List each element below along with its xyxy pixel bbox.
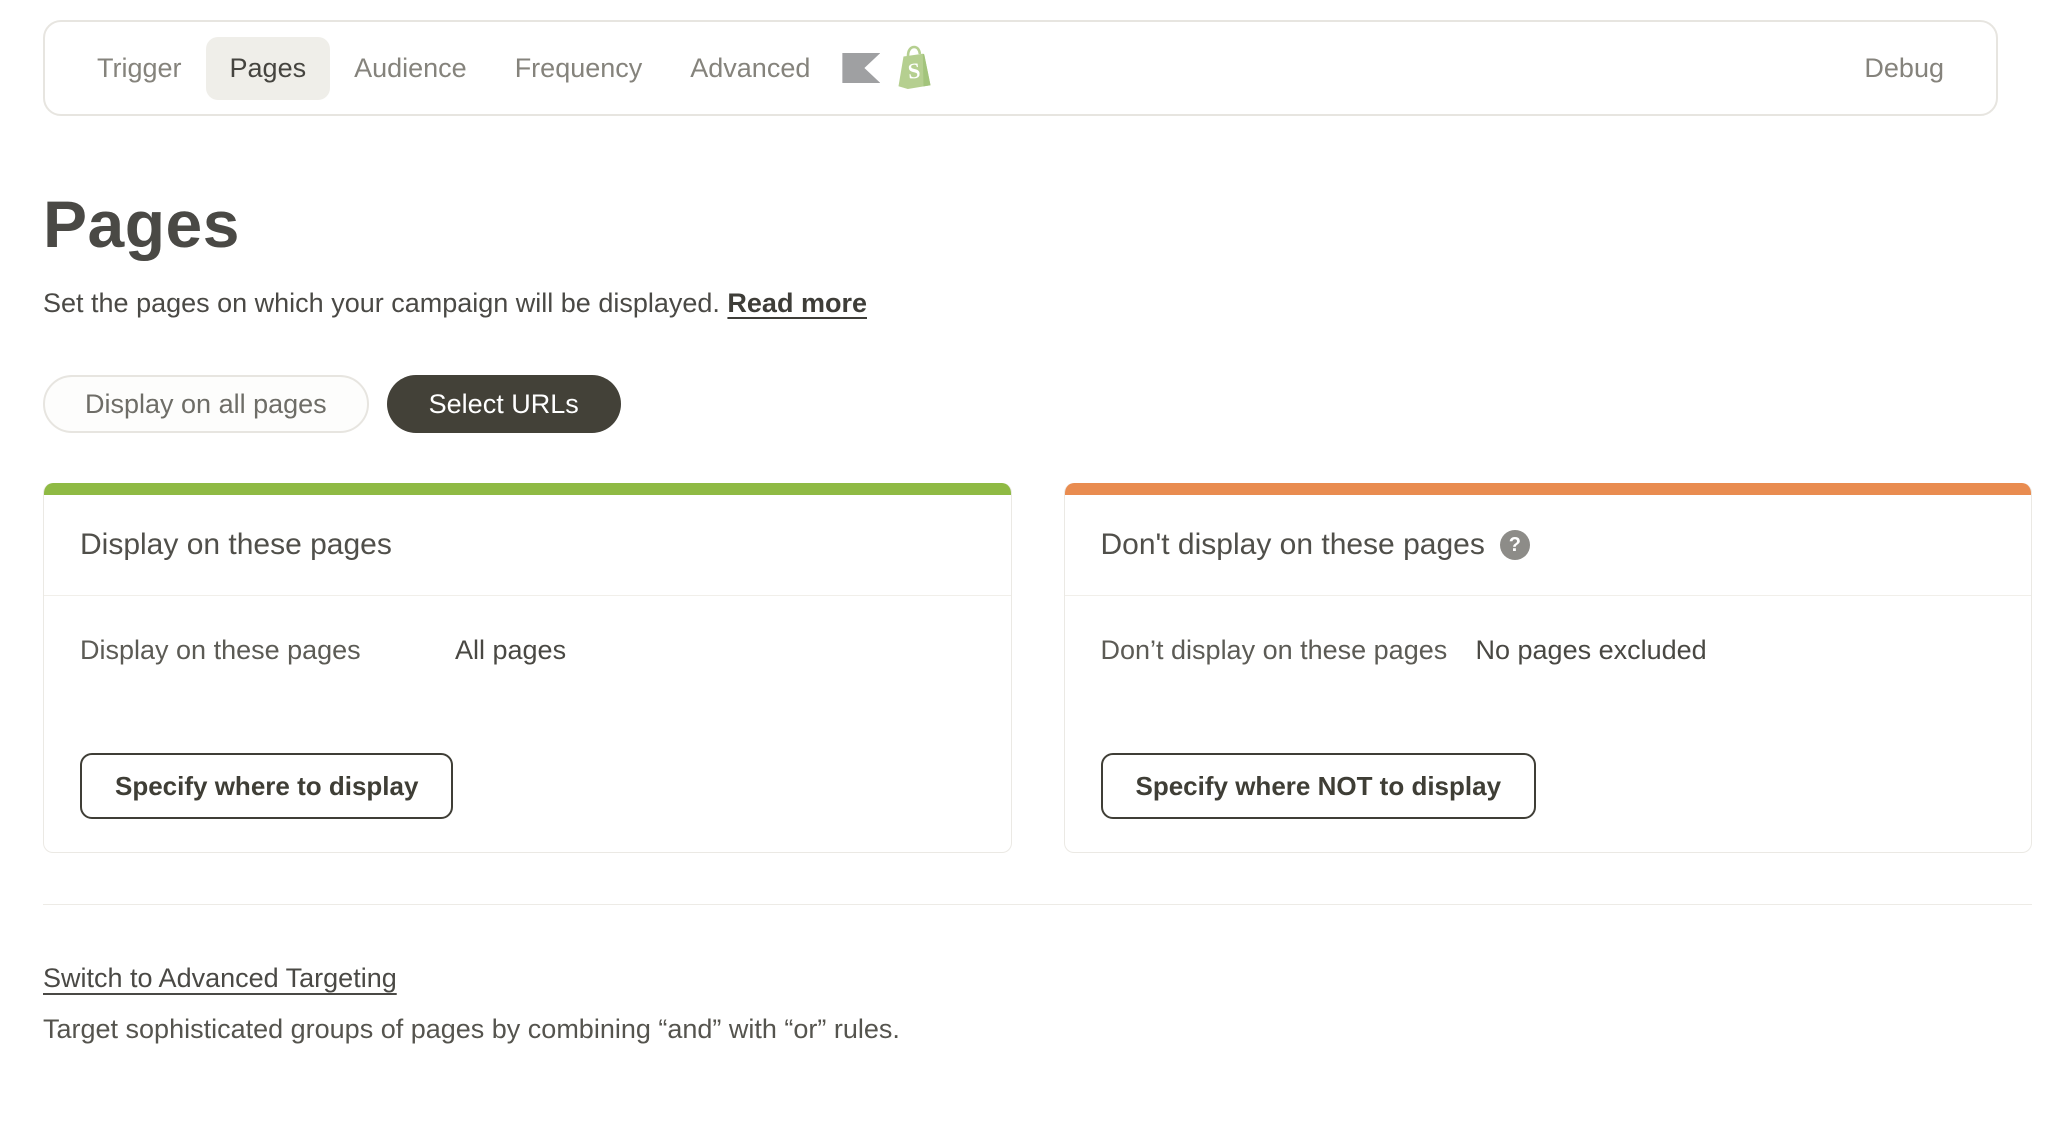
tab-trigger[interactable]: Trigger xyxy=(73,37,206,100)
include-card-body: Display on these pages All pages Specify… xyxy=(44,596,1011,852)
include-card-accent-bar xyxy=(44,483,1011,495)
exclude-card-body: Don’t display on these pages No pages ex… xyxy=(1065,596,2032,852)
tab-advanced[interactable]: Advanced xyxy=(666,37,834,100)
exclude-card-header: Don't display on these pages ? xyxy=(1065,495,2032,596)
tab-audience[interactable]: Audience xyxy=(330,37,491,100)
page-mode-toggle: Display on all pages Select URLs xyxy=(43,375,2032,433)
exclude-setting-label: Don’t display on these pages xyxy=(1101,632,1476,668)
exclude-setting-value: No pages excluded xyxy=(1476,632,1707,668)
exclude-card-title: Don't display on these pages xyxy=(1101,528,1485,562)
tab-frequency[interactable]: Frequency xyxy=(491,37,667,100)
svg-text:S: S xyxy=(907,58,922,84)
include-setting-value: All pages xyxy=(455,632,566,668)
advanced-targeting-description: Target sophisticated groups of pages by … xyxy=(43,1014,2032,1045)
include-setting-row: Display on these pages All pages xyxy=(80,632,975,668)
select-urls-pill[interactable]: Select URLs xyxy=(387,375,621,433)
include-card-title: Display on these pages xyxy=(80,528,392,562)
targeting-cards: Display on these pages Display on these … xyxy=(43,483,2032,853)
exclude-card: Don't display on these pages ? Don’t dis… xyxy=(1064,483,2033,853)
tab-debug[interactable]: Debug xyxy=(1840,37,1968,100)
tab-pages[interactable]: Pages xyxy=(206,37,331,100)
page-description: Set the pages on which your campaign wil… xyxy=(43,288,2032,319)
footer-divider xyxy=(43,904,2032,905)
page-title: Pages xyxy=(43,186,2032,262)
read-more-link[interactable]: Read more xyxy=(727,288,867,318)
help-icon[interactable]: ? xyxy=(1500,530,1530,560)
flag-icon xyxy=(842,53,880,83)
specify-where-to-display-button[interactable]: Specify where to display xyxy=(80,753,453,819)
top-nav: Trigger Pages Audience Frequency Advance… xyxy=(43,20,1998,116)
exclude-card-accent-bar xyxy=(1065,483,2032,495)
include-card: Display on these pages Display on these … xyxy=(43,483,1012,853)
specify-where-not-to-display-button[interactable]: Specify where NOT to display xyxy=(1101,753,1537,819)
switch-advanced-targeting-link[interactable]: Switch to Advanced Targeting xyxy=(43,963,397,994)
include-card-header: Display on these pages xyxy=(44,495,1011,596)
page-description-text: Set the pages on which your campaign wil… xyxy=(43,288,720,318)
nav-icon-group: S xyxy=(842,45,934,91)
shopify-icon: S xyxy=(896,45,934,91)
exclude-setting-row: Don’t display on these pages No pages ex… xyxy=(1101,632,1996,668)
main-content: Pages Set the pages on which your campai… xyxy=(0,186,2058,1045)
display-all-pages-pill[interactable]: Display on all pages xyxy=(43,375,369,433)
include-setting-label: Display on these pages xyxy=(80,632,455,668)
